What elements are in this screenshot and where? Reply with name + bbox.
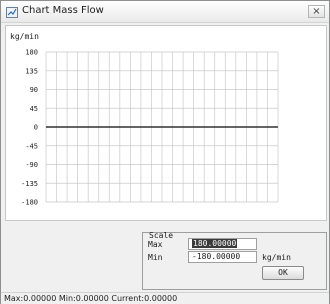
y-tick-label: 180 <box>25 49 38 57</box>
min-label: Min <box>148 253 163 262</box>
chart-area: kg/min 180 135 90 45 0 -45 -90 -135 -180 <box>5 25 327 221</box>
y-unit-label: kg/min <box>10 32 39 41</box>
title-bar[interactable]: Chart Mass Flow × <box>1 1 329 23</box>
mass-flow-chart: kg/min 180 135 90 45 0 -45 -90 -135 -180 <box>10 32 279 207</box>
y-tick-label: -90 <box>25 161 38 169</box>
y-tick-label: -135 <box>21 180 38 188</box>
status-text: Max:0.00000 Min:0.00000 Current:0.00000 <box>4 294 178 303</box>
y-tick-label: 0 <box>34 124 38 132</box>
max-input-value: 180.00000 <box>192 239 238 248</box>
min-input[interactable]: -180.00000 <box>188 251 257 263</box>
max-label: Max <box>148 240 163 249</box>
y-tick-label: 90 <box>30 86 38 94</box>
scale-title: Scale <box>149 231 174 240</box>
chart-window-icon <box>6 7 18 18</box>
chart-window: Chart Mass Flow × kg/min 180 135 90 45 0 -45 -… <box>0 0 330 304</box>
y-tick-label: -180 <box>21 199 38 207</box>
scale-groupbox: Scale Max 180.00000 Min -180.00000 kg/mi… <box>142 231 327 290</box>
ok-button[interactable]: OK <box>262 266 304 280</box>
y-tick-label: 45 <box>30 105 38 113</box>
status-bar: Max:0.00000 Min:0.00000 Current:0.00000 <box>1 292 329 304</box>
y-tick-label: 135 <box>25 67 38 75</box>
close-button[interactable]: × <box>308 5 325 18</box>
unit-label: kg/min <box>262 253 291 262</box>
max-input[interactable]: 180.00000 <box>188 238 257 250</box>
window-title: Chart Mass Flow <box>22 5 104 16</box>
y-tick-label: -45 <box>25 142 38 150</box>
